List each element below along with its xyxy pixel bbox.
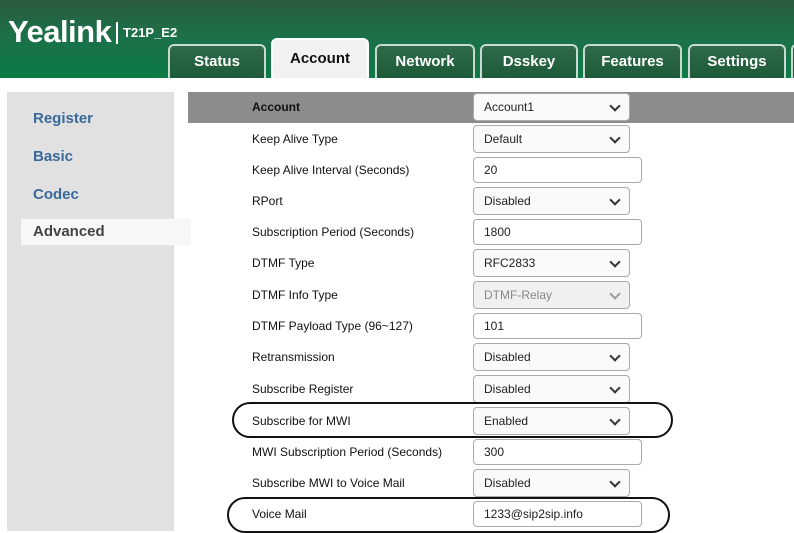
top-header-bar: Yealink T21P_E2 Status Account Network D… bbox=[0, 0, 794, 78]
rport-value: Disabled bbox=[484, 194, 531, 208]
account-value: Account1 bbox=[484, 100, 535, 114]
sidebar-item-advanced[interactable]: Advanced bbox=[21, 219, 191, 245]
subscribe-mwi-voicemail-value: Disabled bbox=[484, 476, 531, 490]
dtmf-payload-type-input[interactable]: 101 bbox=[473, 313, 642, 339]
chevron-down-icon bbox=[609, 476, 621, 488]
rport-label: RPort bbox=[252, 194, 283, 208]
subscription-period-label: Subscription Period (Seconds) bbox=[252, 225, 415, 239]
dtmf-info-type-label: DTMF Info Type bbox=[252, 288, 338, 302]
advanced-settings-form: Account Account1 Keep Alive Type Default… bbox=[188, 92, 794, 531]
account-label: Account bbox=[252, 100, 300, 114]
sidebar-item-register[interactable]: Register bbox=[33, 110, 93, 127]
subscription-period-input[interactable]: 1800 bbox=[473, 219, 642, 245]
keep-alive-interval-label: Keep Alive Interval (Seconds) bbox=[252, 163, 410, 177]
subscribe-register-label: Subscribe Register bbox=[252, 382, 354, 396]
tab-dsskey[interactable]: Dsskey bbox=[480, 44, 578, 78]
chevron-down-icon bbox=[609, 132, 621, 144]
dtmf-info-type-value: DTMF-Relay bbox=[484, 288, 552, 302]
keep-alive-interval-input[interactable]: 20 bbox=[473, 157, 642, 183]
rport-select[interactable]: Disabled bbox=[473, 187, 630, 215]
mwi-subscription-period-label: MWI Subscription Period (Seconds) bbox=[252, 445, 443, 459]
tab-network[interactable]: Network bbox=[375, 44, 475, 78]
chevron-down-icon bbox=[609, 350, 621, 362]
sidebar: Register Basic Codec Advanced bbox=[7, 92, 191, 531]
tab-account[interactable]: Account bbox=[271, 38, 369, 78]
retransmission-value: Disabled bbox=[484, 350, 531, 364]
tab-settings[interactable]: Settings bbox=[688, 44, 786, 78]
dtmf-type-value: RFC2833 bbox=[484, 256, 536, 270]
retransmission-label: Retransmission bbox=[252, 350, 335, 364]
tab-features[interactable]: Features bbox=[583, 44, 682, 78]
sidebar-item-basic[interactable]: Basic bbox=[33, 148, 73, 165]
chevron-down-icon bbox=[609, 288, 621, 300]
account-select[interactable]: Account1 bbox=[473, 93, 630, 121]
highlight-annotation-voicemail bbox=[227, 497, 670, 533]
chevron-down-icon bbox=[609, 256, 621, 268]
chevron-down-icon bbox=[609, 382, 621, 394]
subscribe-register-value: Disabled bbox=[484, 382, 531, 396]
keep-alive-type-value: Default bbox=[484, 132, 523, 146]
subscribe-mwi-voicemail-select[interactable]: Disabled bbox=[473, 469, 630, 497]
chevron-down-icon bbox=[609, 194, 621, 206]
retransmission-select[interactable]: Disabled bbox=[473, 343, 630, 371]
highlight-annotation-mwi bbox=[232, 402, 673, 438]
sidebar-item-codec[interactable]: Codec bbox=[33, 186, 79, 203]
keep-alive-type-select[interactable]: Default bbox=[473, 125, 630, 153]
yealink-logo: Yealink bbox=[8, 14, 112, 49]
subscribe-register-select[interactable]: Disabled bbox=[473, 375, 630, 403]
dtmf-type-select[interactable]: RFC2833 bbox=[473, 249, 630, 277]
dtmf-info-type-select: DTMF-Relay bbox=[473, 281, 630, 309]
dtmf-type-label: DTMF Type bbox=[252, 256, 315, 270]
chevron-down-icon bbox=[609, 100, 621, 112]
subscribe-mwi-voicemail-label: Subscribe MWI to Voice Mail bbox=[252, 476, 405, 490]
dtmf-payload-type-label: DTMF Payload Type (96~127) bbox=[252, 319, 413, 333]
model-label: T21P_E2 bbox=[116, 22, 177, 44]
tab-status[interactable]: Status bbox=[168, 44, 266, 78]
mwi-subscription-period-input[interactable]: 300 bbox=[473, 439, 642, 465]
keep-alive-type-label: Keep Alive Type bbox=[252, 132, 338, 146]
